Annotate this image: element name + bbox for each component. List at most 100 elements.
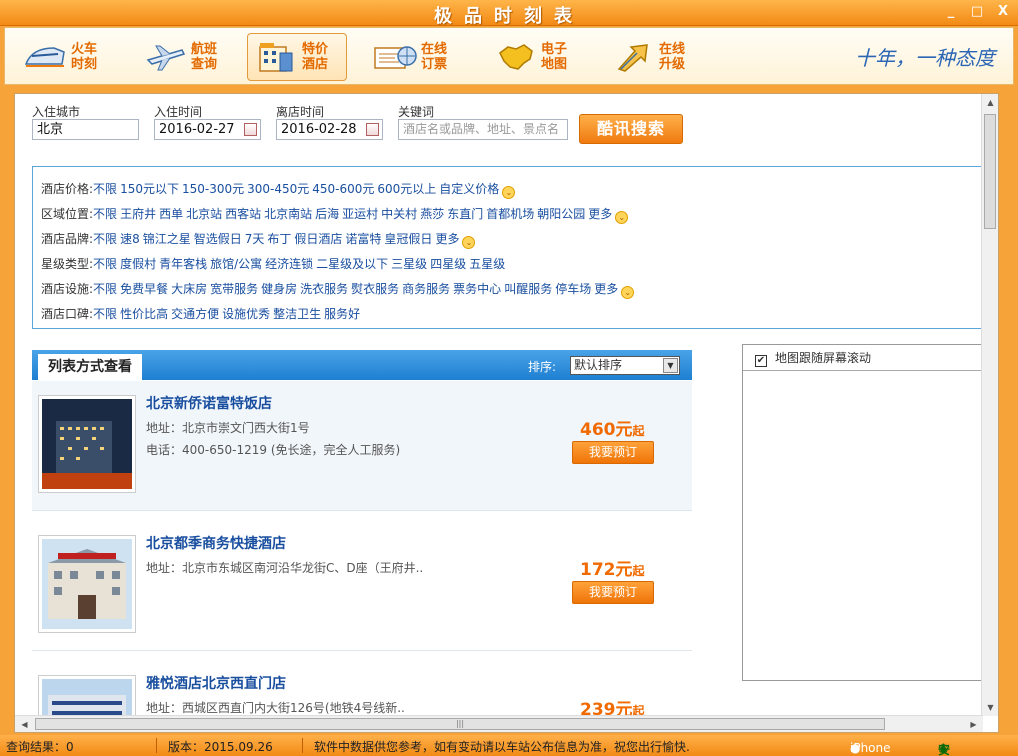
filter-option[interactable]: 宽带服务 (210, 282, 258, 296)
calendar-icon[interactable] (244, 123, 257, 136)
filter-option[interactable]: 洗衣服务 (300, 282, 348, 296)
filter-option[interactable]: 300-450元 (247, 182, 309, 196)
filter-option[interactable]: 600元以上 (377, 182, 436, 196)
search-button[interactable]: 酷讯搜索 (579, 114, 683, 144)
restore-button[interactable]: □ (966, 3, 988, 21)
filter-option[interactable]: 自定义价格 (439, 182, 499, 196)
calendar-icon[interactable] (366, 123, 379, 136)
checkin-date-input[interactable]: 2016-02-27 (154, 119, 261, 140)
filter-option[interactable]: 首都机场 (486, 207, 534, 221)
filter-option[interactable]: 更多 (435, 232, 459, 246)
scroll-left-icon[interactable]: ◀ (17, 717, 32, 732)
filter-option[interactable]: 三星级 (391, 257, 427, 271)
filter-option[interactable]: 交通方便 (171, 307, 219, 321)
hotel-icon (254, 39, 298, 75)
hotel-name[interactable]: 北京都季商务快捷酒店 (146, 533, 286, 553)
filter-option[interactable]: 锦江之星 (143, 232, 191, 246)
sort-select[interactable]: 默认排序 ▼ (570, 356, 680, 375)
city-input[interactable]: 北京 (32, 119, 139, 140)
vertical-scrollbar[interactable]: ▲ ▼ (981, 94, 998, 716)
hotel-name[interactable]: 北京新侨诺富特饭店 (146, 393, 272, 413)
hotel-list-item[interactable]: 北京新侨诺富特饭店 地址：北京市崇文门西大街1号 电话：400-650-1219… (32, 381, 692, 511)
filter-option[interactable]: 假日酒店 (294, 232, 342, 246)
filter-option[interactable]: 经济连锁 (265, 257, 313, 271)
filter-option[interactable]: 健身房 (261, 282, 297, 296)
filter-option[interactable]: 北京站 (186, 207, 222, 221)
filter-option[interactable]: 度假村 (120, 257, 156, 271)
toolbar-train-schedule[interactable]: 火车时刻 (17, 33, 117, 81)
filter-option[interactable]: 免费早餐 (120, 282, 168, 296)
expand-more-icon[interactable]: ⌄ (621, 286, 635, 299)
horizontal-scrollbar[interactable]: ◀ ||| ▶ (15, 715, 983, 732)
toolbar-flight-query[interactable]: 航班查询 (137, 33, 237, 81)
filter-option[interactable]: 五星级 (469, 257, 505, 271)
filter-option[interactable]: 不限 (93, 257, 117, 271)
expand-more-icon[interactable]: ⌄ (615, 211, 629, 224)
filter-option[interactable]: 150-300元 (182, 182, 244, 196)
filter-option[interactable]: 四星级 (430, 257, 466, 271)
horizontal-scroll-thumb[interactable]: ||| (35, 718, 885, 730)
scroll-down-icon[interactable]: ▼ (983, 700, 998, 715)
filter-option[interactable]: 速8 (120, 232, 140, 246)
map-follow-checkbox[interactable]: ✔ (755, 355, 767, 367)
hotel-thumbnail[interactable] (38, 395, 136, 493)
close-button[interactable]: X (992, 3, 1014, 21)
filter-option[interactable]: 450-600元 (312, 182, 374, 196)
filter-option[interactable]: 更多 (594, 282, 618, 296)
filter-option[interactable]: 性价比高 (120, 307, 168, 321)
hotel-list-item[interactable]: 北京都季商务快捷酒店 地址：北京市东城区南河沿华龙街C、D座（王府井.. 172… (32, 521, 692, 651)
filter-option[interactable]: 不限 (93, 282, 117, 296)
filter-option[interactable]: 150元以下 (120, 182, 179, 196)
book-button[interactable]: 我要预订 (572, 581, 654, 604)
filter-option[interactable]: 二星级及以下 (316, 257, 388, 271)
filter-option[interactable]: 旅馆/公寓 (210, 257, 262, 271)
filter-option[interactable]: 智选假日 (194, 232, 242, 246)
hotel-thumbnail[interactable] (38, 535, 136, 633)
filter-option[interactable]: 服务好 (324, 307, 360, 321)
keyword-input[interactable]: 酒店名或品牌、地址、景点名 (398, 119, 568, 140)
filter-option[interactable]: 皇冠假日 (384, 232, 432, 246)
filter-option[interactable]: 不限 (93, 182, 117, 196)
filter-option[interactable]: 票务中心 (453, 282, 501, 296)
book-button[interactable]: 我要预订 (572, 441, 654, 464)
filter-option[interactable]: 7天 (245, 232, 265, 246)
filter-option[interactable]: 更多 (588, 207, 612, 221)
expand-more-icon[interactable]: ⌄ (502, 186, 516, 199)
filter-option[interactable]: 朝阳公园 (537, 207, 585, 221)
filter-option[interactable]: 北京南站 (264, 207, 312, 221)
tab-list-view[interactable]: 列表方式查看 (38, 354, 142, 380)
filter-option[interactable]: 不限 (93, 207, 117, 221)
filter-option[interactable]: 亚运村 (342, 207, 378, 221)
toolbar-online-booking[interactable]: 在线订票 (367, 33, 467, 81)
scroll-up-icon[interactable]: ▲ (983, 95, 998, 110)
filter-option[interactable]: 布丁 (267, 232, 291, 246)
filter-option[interactable]: 中关村 (381, 207, 417, 221)
expand-more-icon[interactable]: ⌄ (462, 236, 476, 249)
toolbar-e-map[interactable]: 电子地图 (487, 33, 587, 81)
vertical-scroll-thumb[interactable] (984, 114, 996, 229)
minimize-button[interactable]: _ (940, 3, 962, 21)
toolbar-special-hotel[interactable]: 特价酒店 (247, 33, 347, 81)
scroll-right-icon[interactable]: ▶ (966, 717, 981, 732)
filter-option[interactable]: 熨衣服务 (351, 282, 399, 296)
filter-option[interactable]: 大床房 (171, 282, 207, 296)
filter-option[interactable]: 停车场 (555, 282, 591, 296)
filter-option[interactable]: 设施优秀 (222, 307, 270, 321)
filter-option[interactable]: 叫醒服务 (504, 282, 552, 296)
filter-option[interactable]: 诺富特 (345, 232, 381, 246)
filter-option[interactable]: 燕莎 (420, 207, 444, 221)
checkout-date-input[interactable]: 2016-02-28 (276, 119, 383, 140)
filter-option[interactable]: 不限 (93, 307, 117, 321)
filter-option[interactable]: 商务服务 (402, 282, 450, 296)
filter-option[interactable]: 西单 (159, 207, 183, 221)
filter-option[interactable]: 王府井 (120, 207, 156, 221)
chevron-down-icon[interactable]: ▼ (663, 358, 678, 373)
hotel-name[interactable]: 雅悦酒店北京西直门店 (146, 673, 286, 693)
toolbar-online-upgrade[interactable]: 在线升级 (605, 33, 705, 81)
filter-option[interactable]: 整洁卫生 (273, 307, 321, 321)
filter-option[interactable]: 东直门 (447, 207, 483, 221)
filter-option[interactable]: 青年客栈 (159, 257, 207, 271)
filter-option[interactable]: 西客站 (225, 207, 261, 221)
filter-option[interactable]: 不限 (93, 232, 117, 246)
filter-option[interactable]: 后海 (315, 207, 339, 221)
